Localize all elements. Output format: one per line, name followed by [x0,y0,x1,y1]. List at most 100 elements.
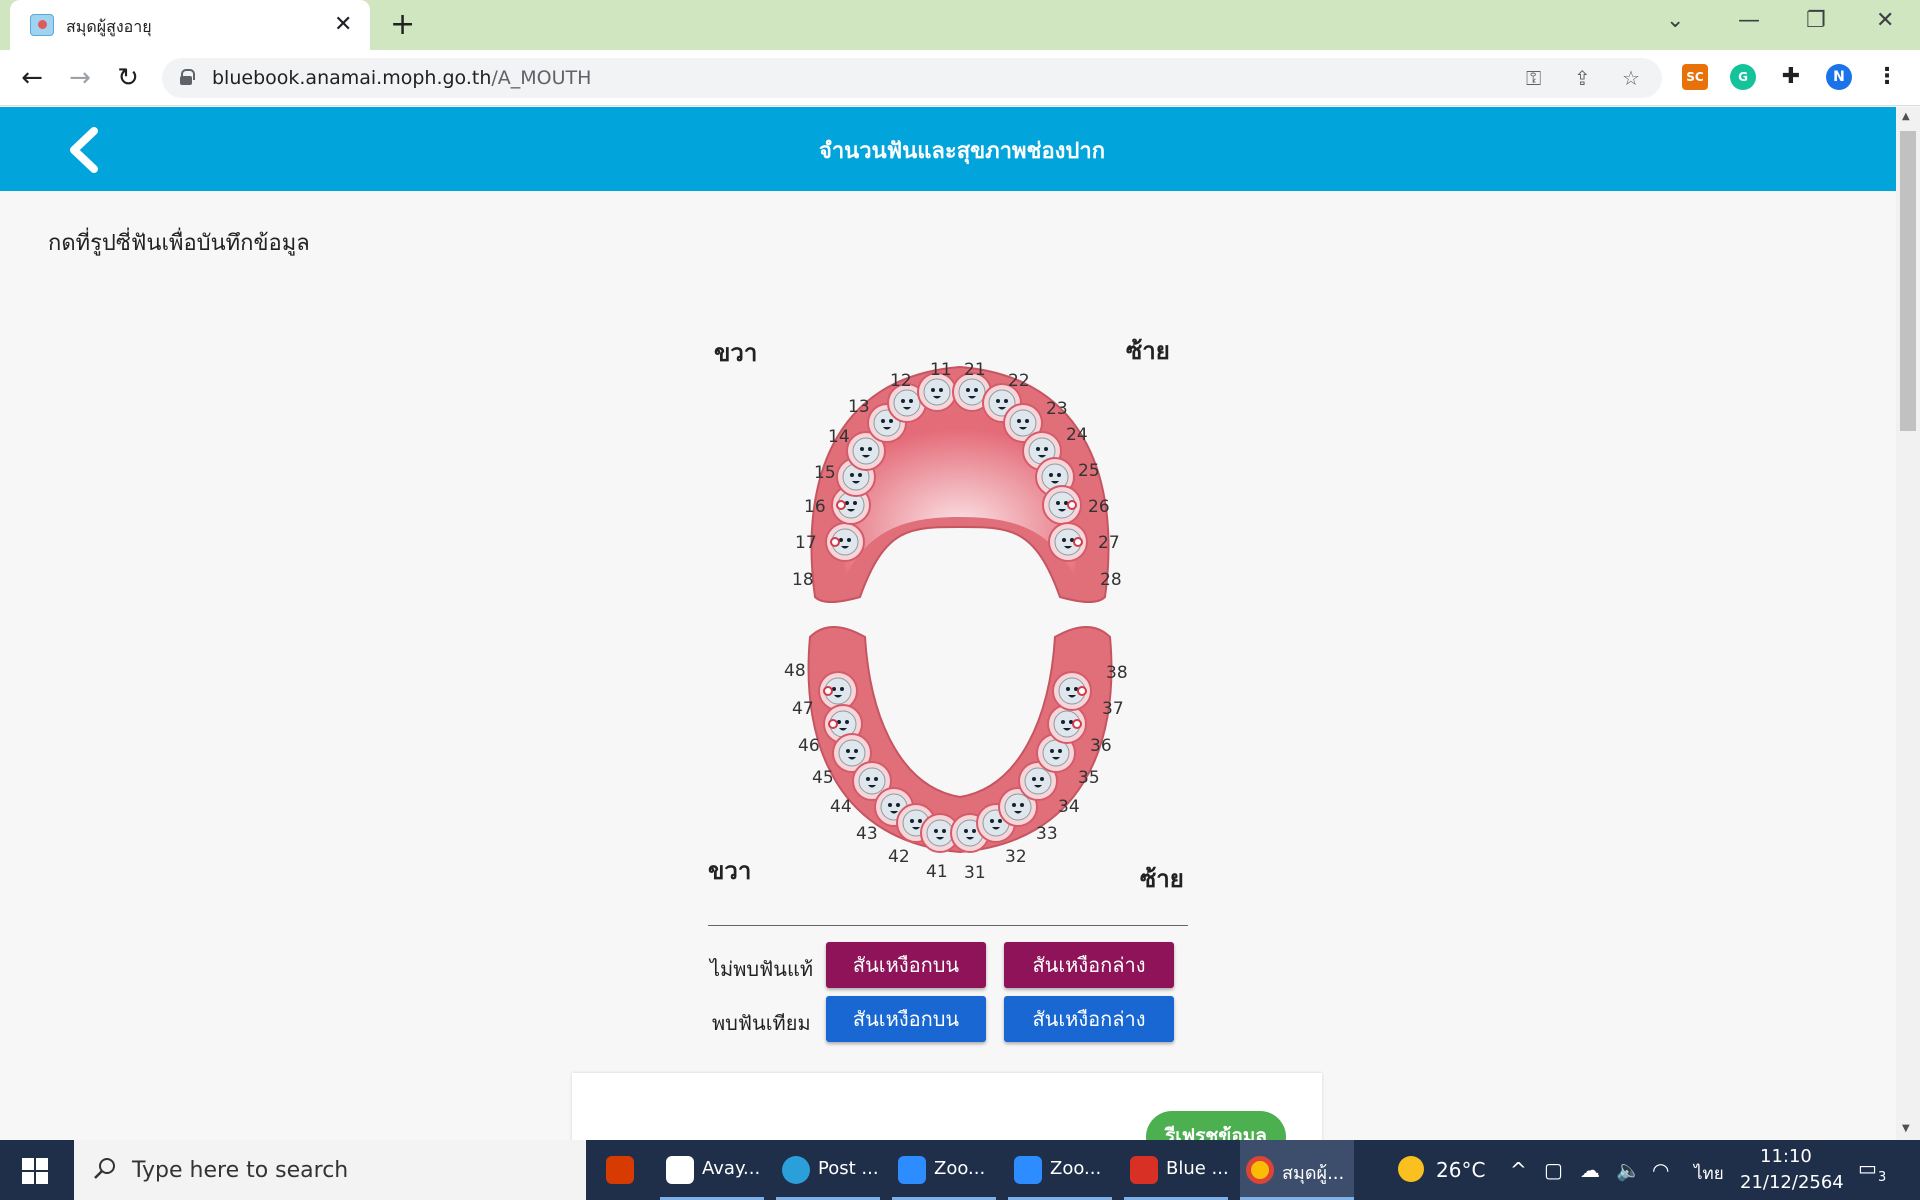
bookmark-star-icon[interactable]: ☆ [1622,66,1640,90]
tooth-34[interactable] [1018,761,1058,801]
clock-date[interactable]: 21/12/2564 [1740,1172,1844,1193]
notifications-icon[interactable]: ▭ [1858,1156,1877,1180]
input-language-text[interactable]: ไทย [1694,1160,1724,1187]
notification-count: 3 [1878,1170,1887,1185]
tooth-number-label: 36 [1090,736,1112,756]
taskbar-app-label: Zoo... [934,1158,986,1179]
tooth-36[interactable] [1047,704,1087,744]
tooth-27[interactable] [1048,522,1088,562]
show-hidden-icons-chevron-icon[interactable]: ^ [1510,1158,1527,1182]
meet-now-icon[interactable]: ▢ [1544,1158,1563,1182]
volume-muted-icon[interactable]: 🔈 [1616,1158,1641,1182]
url-path: /A_MOUTH [491,67,592,89]
office-icon [606,1156,634,1184]
tooth-43[interactable] [874,787,914,827]
tooth-32[interactable] [976,803,1016,843]
tooth-13[interactable] [867,403,907,443]
tooth-35[interactable] [1036,733,1076,773]
reload-icon[interactable]: ↻ [112,62,144,94]
tooth-23[interactable] [1003,403,1043,443]
taskbar-app-edge[interactable]: Post ... [776,1140,880,1200]
tooth-44[interactable] [852,761,892,801]
new-tab-icon[interactable]: + [390,8,415,42]
tooth-number-label: 16 [804,497,826,517]
denture-found-label: พบฟันเทียม [712,1011,811,1035]
temperature-text[interactable]: 26°C [1436,1158,1485,1182]
tooth-number-label: 17 [795,533,817,553]
taskbar-search-box[interactable]: Type here to search [74,1140,586,1200]
page-scrollbar[interactable]: ▲ ▼ [1896,107,1920,1140]
taskbar-app-zoom-2[interactable]: Zoo... [1008,1140,1112,1200]
no-teeth-lower-gum-button[interactable]: สันเหงือกล่าง [1004,942,1174,988]
close-tab-icon[interactable]: ✕ [334,12,352,38]
pdf-icon [1130,1156,1158,1184]
sc-extension-icon[interactable]: SC [1682,64,1708,90]
weather-sun-icon[interactable] [1398,1156,1424,1182]
tab-search-chevron-icon[interactable]: ⌄ [1666,8,1684,34]
taskbar-app-zoom-1[interactable]: Zoo... [892,1140,996,1200]
no-teeth-upper-gum-button[interactable]: สันเหงือกบน [826,942,986,988]
tooth-14[interactable] [846,431,886,471]
url-text[interactable]: bluebook.anamai.moph.go.th/A_MOUTH [212,67,591,89]
tooth-number-label: 12 [890,371,912,391]
taskbar-app-chrome[interactable]: สมุดผู้... [1240,1140,1354,1200]
forward-arrow-icon[interactable]: → [64,62,96,94]
browser-tab[interactable]: สมุดผู้สูงอายุ ✕ [10,0,370,52]
tooth-37[interactable] [1052,671,1092,711]
tooth-42[interactable] [896,803,936,843]
tooth-33[interactable] [998,787,1038,827]
minimize-icon[interactable]: — [1738,8,1760,34]
key-icon[interactable]: ⚿ [1526,66,1541,90]
tooth-24[interactable] [1022,431,1062,471]
restore-icon[interactable]: ❐ [1806,8,1826,34]
address-bar[interactable]: bluebook.anamai.moph.go.th/A_MOUTH ⚿ ⇪ ☆ [162,58,1662,98]
denture-upper-gum-button[interactable]: สันเหงือกบน [826,996,986,1042]
tooth-number-label: 31 [964,863,986,883]
tooth-26[interactable] [1042,485,1082,525]
tooth-number-label: 38 [1106,663,1128,683]
upper-left-side-label: ซ้าย [1126,337,1170,365]
share-icon[interactable]: ⇪ [1574,66,1591,90]
tooth-15[interactable] [836,457,876,497]
avaya-icon [666,1156,694,1184]
refresh-data-button[interactable]: รีเฟรชข้อมูล [1146,1111,1286,1140]
taskbar-office-app[interactable] [600,1140,644,1200]
close-window-icon[interactable]: ✕ [1876,8,1894,34]
clock-time[interactable]: 11:10 [1760,1146,1812,1167]
tooth-17[interactable] [825,522,865,562]
lower-left-side-label: ซ้าย [1140,865,1184,893]
profile-avatar[interactable]: N [1826,64,1852,90]
tooth-number-label: 15 [814,463,836,483]
browser-menu-icon[interactable]: ⋮ [1874,64,1900,90]
tooth-47[interactable] [818,671,858,711]
tooth-46[interactable] [823,704,863,744]
tooth-31[interactable] [950,813,990,853]
url-domain: bluebook.anamai.moph.go.th [212,67,492,89]
scroll-down-arrow-icon[interactable]: ▼ [1902,1123,1910,1134]
scroll-up-arrow-icon[interactable]: ▲ [1902,111,1910,122]
lock-icon[interactable] [180,69,195,85]
tooth-16[interactable] [831,485,871,525]
back-arrow-icon[interactable]: ← [16,62,48,94]
tooth-number-label: 41 [926,862,948,882]
tooth-number-label: 32 [1005,847,1027,867]
tooth-25[interactable] [1035,457,1075,497]
tooth-number-label: 42 [888,847,910,867]
taskbar-app-label: Post ... [818,1158,879,1179]
taskbar-app-avaya[interactable]: Avay... [660,1140,764,1200]
windows-taskbar: Type here to search Avay... Post ... Zoo… [0,1140,1920,1200]
tooth-45[interactable] [832,733,872,773]
grammarly-icon[interactable]: G [1730,64,1756,90]
browser-toolbar: ← → ↻ bluebook.anamai.moph.go.th/A_MOUTH… [0,50,1920,106]
wifi-icon[interactable]: ◠ [1652,1158,1669,1182]
scrollbar-thumb[interactable] [1900,131,1916,431]
taskbar-app-pdf[interactable]: Blue ... [1124,1140,1229,1200]
tooth-number-label: 11 [930,360,952,380]
tooth-number-label: 24 [1066,425,1088,445]
denture-lower-gum-button[interactable]: สันเหงือกล่าง [1004,996,1174,1042]
windows-start-icon[interactable] [22,1158,48,1184]
tooth-41[interactable] [920,813,960,853]
onedrive-cloud-icon[interactable]: ☁ [1580,1158,1600,1182]
tooth-number-label: 48 [784,661,806,681]
extensions-puzzle-icon[interactable]: ✚ [1778,64,1804,90]
